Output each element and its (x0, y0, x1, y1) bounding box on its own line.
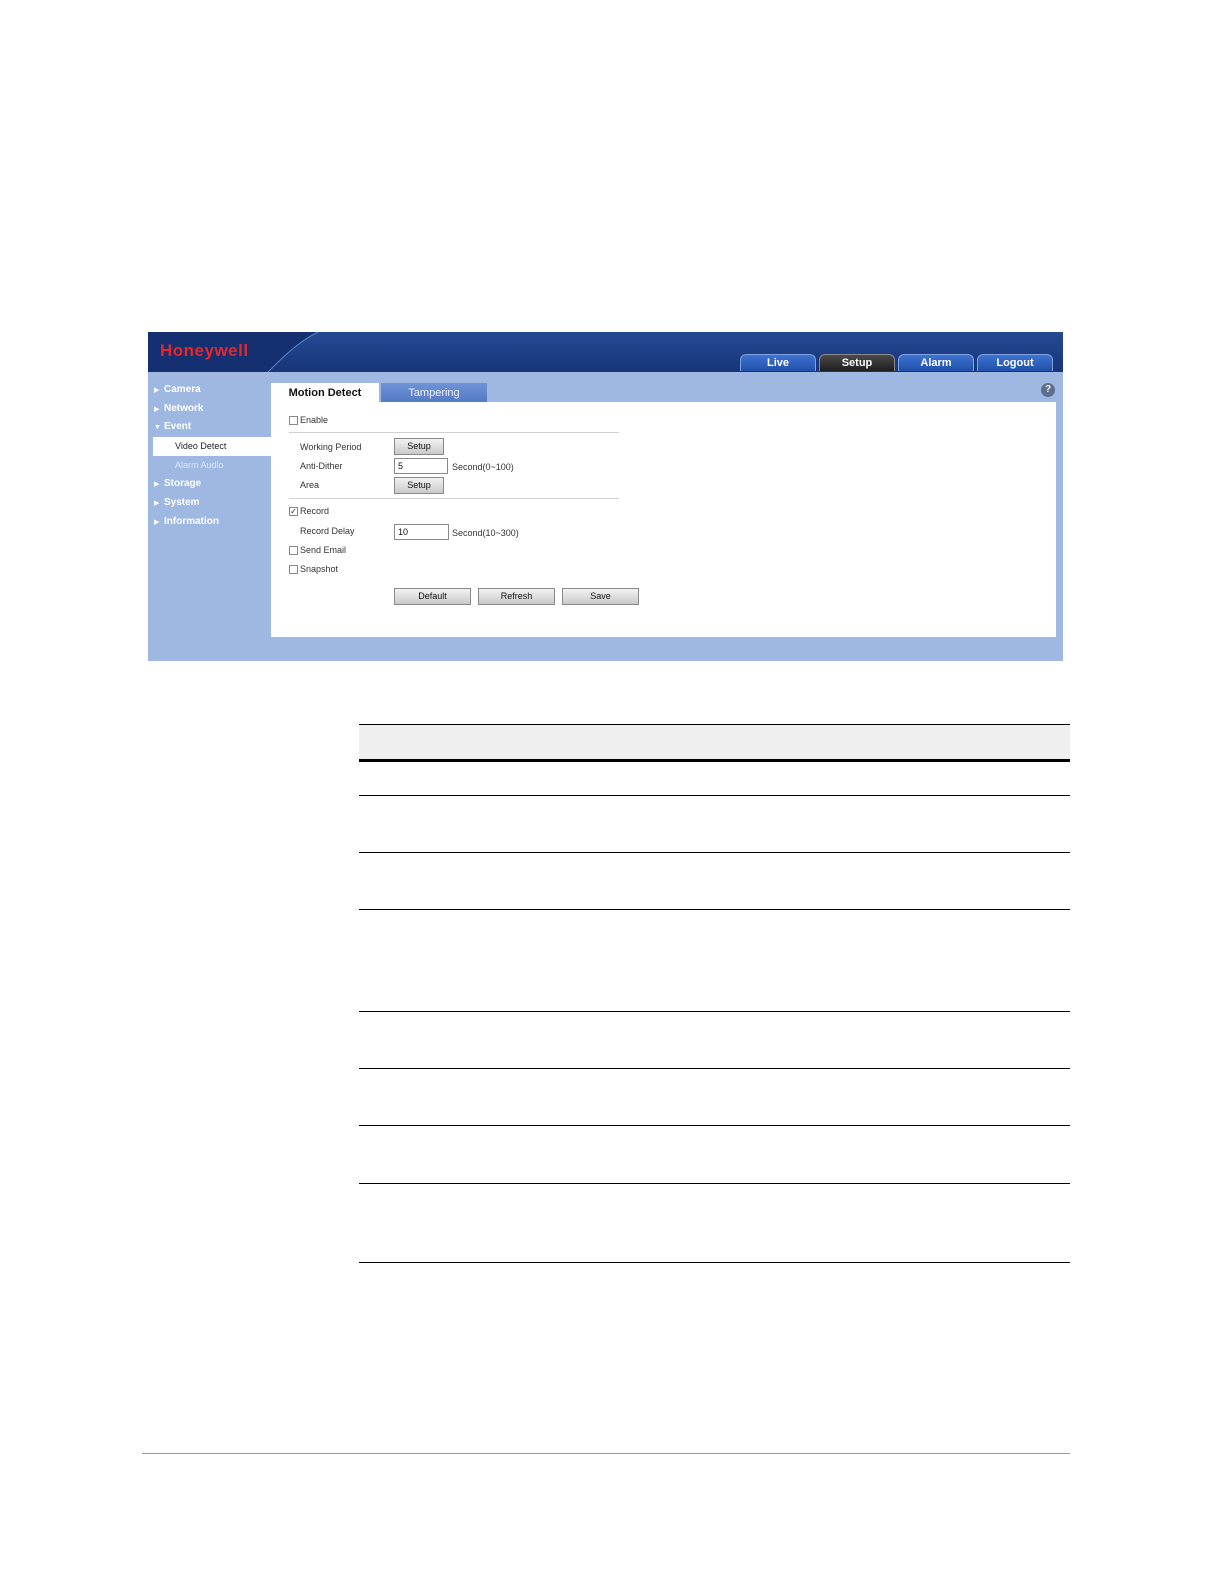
anti-dither-range: Second(0~100) (452, 462, 514, 472)
area-setup-button[interactable]: Setup (394, 477, 444, 494)
send-email-checkbox[interactable] (289, 546, 298, 555)
camera-web-ui: Honeywell Live Setup Alarm Logout ▶ Camer… (148, 332, 1063, 661)
table-bottom-rule (359, 1262, 1070, 1263)
sidebar-item-network[interactable]: ▶ Network (154, 401, 203, 417)
enable-label: Enable (300, 415, 329, 425)
tab-live[interactable]: Live (740, 354, 816, 371)
snapshot-label: Snapshot (300, 564, 339, 574)
table-row-rule (359, 852, 1070, 853)
triangle-right-icon: ▶ (154, 387, 160, 394)
sidebar-subitem-video-detect[interactable]: Video Detect (153, 437, 271, 456)
triangle-right-icon: ▶ (154, 481, 160, 488)
tab-tampering[interactable]: Tampering (381, 383, 487, 403)
working-period-label: Working Period (300, 442, 362, 452)
table-row-rule (359, 909, 1070, 910)
refresh-button[interactable]: Refresh (478, 588, 555, 605)
save-button[interactable]: Save (562, 588, 639, 605)
sidebar-item-storage[interactable]: ▶ Storage (154, 476, 201, 492)
divider (289, 432, 619, 433)
motion-detect-panel: Enable Working Period Setup Anti-Dither … (271, 402, 1056, 637)
honeywell-logo: Honeywell (160, 341, 249, 360)
page-footer-rule (142, 1453, 1070, 1454)
tab-motion-detect[interactable]: Motion Detect (271, 383, 379, 403)
area-label: Area (300, 480, 320, 490)
enable-checkbox[interactable] (289, 416, 298, 425)
sidebar-item-system[interactable]: ▶ System (154, 495, 200, 511)
tab-logout[interactable]: Logout (977, 354, 1053, 371)
tab-setup[interactable]: Setup (819, 354, 895, 371)
anti-dither-label: Anti-Dither (300, 461, 343, 471)
table-row-rule (359, 1068, 1070, 1069)
sidebar-item-information[interactable]: ▶ Information (154, 514, 219, 530)
record-delay-label: Record Delay (300, 526, 355, 536)
record-label: Record (300, 506, 330, 516)
record-checkbox[interactable]: ✓ (289, 507, 298, 516)
triangle-right-icon: ▶ (154, 519, 160, 526)
sidebar-subitem-alarm-audio[interactable]: Alarm Audio (175, 460, 224, 470)
triangle-down-icon: ▼ (154, 424, 161, 431)
snapshot-checkbox[interactable] (289, 565, 298, 574)
table-header-row (359, 724, 1070, 759)
record-delay-range: Second(10~300) (452, 528, 519, 538)
triangle-right-icon: ▶ (154, 500, 160, 507)
divider (289, 498, 619, 499)
table-row-rule (359, 1125, 1070, 1126)
anti-dither-input[interactable]: 5 (394, 458, 448, 474)
help-icon[interactable]: ? (1041, 383, 1055, 397)
default-button[interactable]: Default (394, 588, 471, 605)
working-period-setup-button[interactable]: Setup (394, 438, 444, 455)
table-row-rule (359, 795, 1070, 796)
send-email-label: Send Email (300, 545, 347, 555)
table-row-rule (359, 1183, 1070, 1184)
header-bar: Honeywell Live Setup Alarm Logout (148, 332, 1063, 372)
table-header-rule (359, 759, 1070, 762)
triangle-right-icon: ▶ (154, 406, 160, 413)
record-delay-input[interactable]: 10 (394, 524, 449, 540)
tab-alarm[interactable]: Alarm (898, 354, 974, 371)
sidebar-item-event[interactable]: ▼ Event (154, 419, 191, 435)
sidebar-item-camera[interactable]: ▶ Camera (154, 382, 201, 398)
table-row-rule (359, 1011, 1070, 1012)
